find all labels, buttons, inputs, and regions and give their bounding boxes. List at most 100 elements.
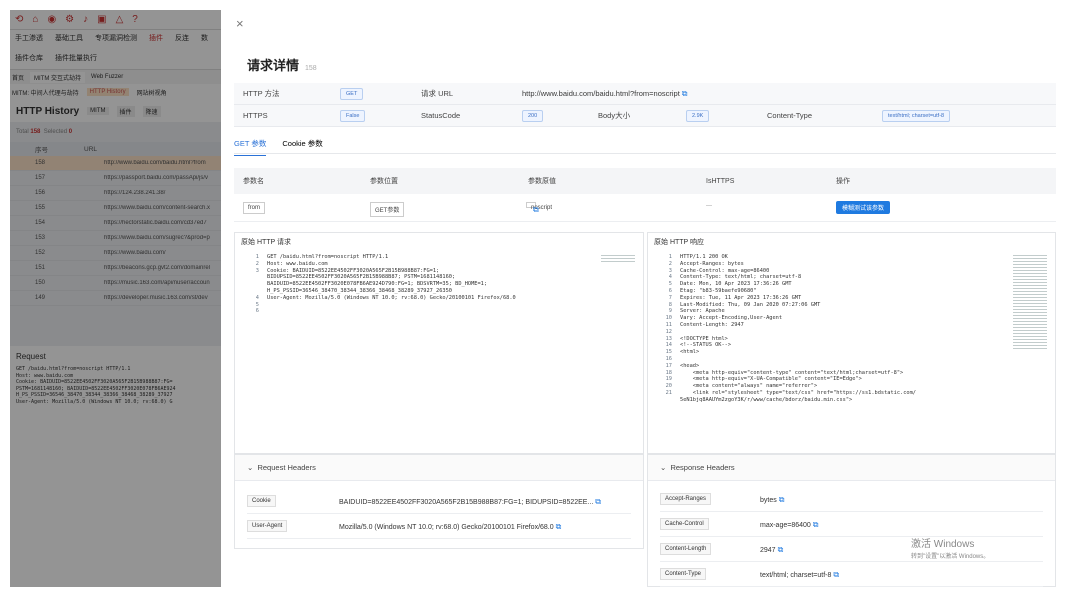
- header-row: Cache-Control max-age=86400 ⧉: [660, 512, 1043, 537]
- line-number: 11: [665, 321, 672, 328]
- line-number: 18: [665, 369, 672, 376]
- copy-icon[interactable]: ⧉: [813, 520, 819, 529]
- https-label: HTTPS: [243, 111, 268, 120]
- fuzz-param-button[interactable]: 模糊测试该参数: [836, 201, 891, 214]
- line-text: BAIDUID=8522EE4502FF3020E078FB6AE924D790…: [267, 281, 488, 288]
- raw-response-title: 原始 HTTP 响应: [654, 239, 705, 246]
- url-value[interactable]: http://www.baidu.com/baidu.html?from=nos…: [522, 89, 680, 98]
- line-text: <meta http-equiv="content-type" content=…: [680, 369, 904, 376]
- line-text: Vary: Accept-Encoding,User-Agent: [680, 315, 783, 322]
- header-row: Cookie BAIDUID=8522EE4502FF3020A565F2B15B…: [247, 489, 631, 514]
- code-line: 11 Content-Length: 2947: [652, 322, 1055, 329]
- line-text: Accept-Ranges: bytes: [680, 260, 744, 267]
- code-line: 9 Server: Apache: [652, 308, 1055, 315]
- raw-request-editor[interactable]: 1 GET /baidu.html?from=noscript HTTP/1.1 2…: [235, 251, 643, 315]
- line-text: <meta http-equiv="X-UA-Compatible" conte…: [680, 376, 862, 383]
- raw-response-editor[interactable]: 1 HTTP/1.1 200 OK 2 Accept-Ranges: bytes 3 Ca…: [648, 251, 1055, 404]
- request-detail-drawer: × 请求详情 158 HTTP 方法 GET 请求 URL http://www.…: [221, 10, 1070, 587]
- code-line: 16: [652, 356, 1055, 363]
- param-col: 参数原值: [528, 178, 556, 185]
- line-text: <link rel="stylesheet" type="text/css" h…: [680, 389, 916, 396]
- line-number: 20: [665, 383, 672, 390]
- line-number: 21: [665, 389, 672, 396]
- method-label: HTTP 方法: [243, 89, 280, 98]
- minimap[interactable]: [601, 255, 635, 263]
- param-table-header: 参数名 参数位置 参数原值 IsHTTPS 操作: [234, 168, 1056, 194]
- line-text: Last-Modified: Thu, 09 Jan 2020 07:27:06…: [680, 301, 821, 308]
- copy-icon[interactable]: ⧉: [779, 495, 785, 504]
- line-text: Expires: Tue, 11 Apr 2023 17:36:26 GMT: [680, 294, 802, 301]
- chevron-down-icon: ⌄: [660, 463, 667, 472]
- info-row: HTTP 方法 GET 请求 URL http://www.baidu.com/…: [234, 83, 1056, 105]
- title-text: 请求详情: [247, 58, 300, 73]
- header-key: Content-Type: [660, 568, 707, 580]
- line-number: 4: [668, 274, 672, 281]
- copy-icon[interactable]: ⧉: [556, 522, 562, 531]
- line-number: 2: [255, 260, 259, 267]
- modal-overlay[interactable]: [10, 10, 221, 587]
- line-number: 8: [668, 301, 672, 308]
- line-text: HTTP/1.1 200 OK: [680, 254, 728, 260]
- code-line: 4 User-Agent: Mozilla/5.0 (Windows NT 10.…: [239, 295, 643, 302]
- line-number: 4: [255, 294, 259, 301]
- response-headers-panel: ⌄ Response Headers Accept-Ranges bytes ⧉ Ca…: [647, 454, 1056, 587]
- line-number: 6: [668, 287, 672, 294]
- code-line: 12: [652, 329, 1055, 336]
- code-line: 6: [239, 308, 643, 315]
- copy-icon[interactable]: ⧉: [682, 89, 688, 98]
- response-headers-header[interactable]: ⌄ Response Headers: [648, 455, 1055, 481]
- code-line: 4 Content-Type: text/html; charset=utf-8: [652, 274, 1055, 281]
- param-name: from: [243, 202, 265, 214]
- code-line: 5 Date: Mon, 10 Apr 2023 17:36:26 GMT: [652, 281, 1055, 288]
- line-text: <head>: [680, 362, 700, 369]
- line-number: 1: [255, 254, 259, 260]
- status-value: 200: [522, 109, 544, 122]
- line-text: <!DOCTYPE html>: [680, 335, 728, 342]
- header-row: Content-Type text/html; charset=utf-8 ⧉: [660, 562, 1043, 587]
- header-key: Cache-Control: [660, 518, 709, 530]
- code-line: 18 <meta http-equiv="content-type" conte…: [652, 370, 1055, 377]
- size-label: Body大小: [598, 111, 631, 120]
- header-key: Accept-Ranges: [660, 493, 712, 505]
- raw-request-panel: 原始 HTTP 请求 1 GET /baidu.html?from=noscrip…: [234, 232, 644, 454]
- code-line: 5: [239, 302, 643, 309]
- header-value: BAIDUID=8522EE4502FF3020A565F2B15B988B87…: [339, 499, 594, 506]
- header-key: Content-Length: [660, 543, 712, 555]
- copy-icon[interactable]: ⧉: [778, 545, 784, 554]
- code-line: 13 <!DOCTYPE html>: [652, 336, 1055, 343]
- copy-icon[interactable]: ⧉: [833, 570, 839, 579]
- close-icon[interactable]: ×: [236, 16, 244, 31]
- code-line: 8 Last-Modified: Thu, 09 Jan 2020 07:27:0…: [652, 302, 1055, 309]
- line-number: 17: [665, 362, 672, 369]
- header-value-wrap: max-age=86400 ⧉: [760, 520, 819, 530]
- code-line: 6 Etag: "b83-59baefe90680": [652, 288, 1055, 295]
- header-value: Mozilla/5.0 (Windows NT 10.0; rv:68.0) G…: [339, 524, 554, 531]
- line-number: 3: [668, 267, 672, 274]
- response-headers-title: Response Headers: [670, 463, 735, 472]
- line-number: 3: [255, 267, 259, 274]
- code-line: 1 GET /baidu.html?from=noscript HTTP/1.1: [239, 254, 643, 261]
- info-row: HTTPS False StatusCode 200 Body大小 2.9K C…: [234, 105, 1056, 127]
- param-col: 参数名: [243, 178, 264, 185]
- code-line: 1 HTTP/1.1 200 OK: [652, 254, 1055, 261]
- line-number: 15: [665, 349, 672, 356]
- header-row: Accept-Ranges bytes ⧉: [660, 487, 1043, 512]
- code-line: 17 <head>: [652, 363, 1055, 370]
- code-line: 20 <meta content="always" name="referrer…: [652, 383, 1055, 390]
- copy-icon[interactable]: ⧉: [595, 497, 601, 506]
- header-key: User-Agent: [247, 520, 288, 532]
- request-headers-header[interactable]: ⌄ Request Headers: [235, 455, 643, 481]
- line-number: 19: [665, 376, 672, 383]
- header-value: text/html; charset=utf-8: [760, 572, 832, 579]
- ctype-label: Content-Type: [767, 111, 813, 120]
- line-number: 12: [665, 328, 672, 335]
- line-number: 16: [665, 355, 672, 362]
- code-line: 21 <link rel="stylesheet" type="text/css…: [652, 390, 1055, 397]
- header-value-wrap: Mozilla/5.0 (Windows NT 10.0; rv:68.0) G…: [339, 522, 561, 532]
- copy-icon[interactable]: ⧉: [533, 205, 539, 215]
- line-text: <meta content="always" name="referrer">: [680, 383, 818, 390]
- code-line: 2 Host: www.baidu.com: [239, 261, 643, 268]
- line-text: User-Agent: Mozilla/5.0 (Windows NT 10.0…: [267, 294, 516, 301]
- minimap[interactable]: [1013, 255, 1047, 349]
- raw-response-panel: 原始 HTTP 响应 1 HTTP/1.1 200 OK 2 Accept-Range…: [647, 232, 1056, 454]
